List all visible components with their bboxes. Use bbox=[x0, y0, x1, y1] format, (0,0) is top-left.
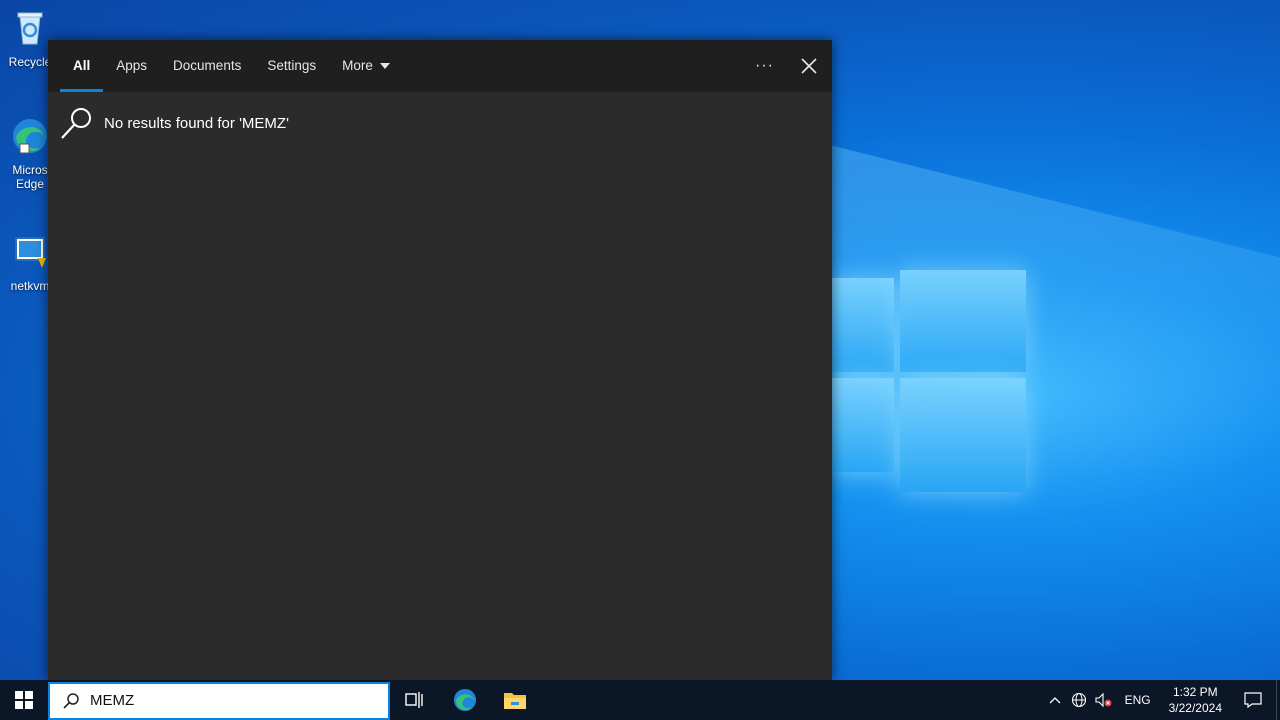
chevron-down-icon bbox=[379, 63, 390, 70]
taskbar: MEMZ ENG 1:32 PM 3/22/2024 bbox=[0, 680, 1280, 720]
clock[interactable]: 1:32 PM 3/22/2024 bbox=[1161, 684, 1230, 716]
edge-icon bbox=[453, 688, 477, 712]
no-results-row: No results found for 'MEMZ' bbox=[48, 92, 832, 140]
taskbar-search-input[interactable]: MEMZ bbox=[48, 681, 390, 720]
taskbar-file-explorer-button[interactable] bbox=[490, 680, 540, 720]
tab-more[interactable]: More bbox=[329, 40, 403, 92]
no-results-message: No results found for 'MEMZ' bbox=[104, 114, 289, 132]
recycle-bin-icon bbox=[17, 12, 43, 45]
tab-settings[interactable]: Settings bbox=[254, 40, 329, 92]
start-button[interactable] bbox=[0, 680, 48, 720]
clock-time: 1:32 PM bbox=[1172, 685, 1218, 699]
show-desktop-button[interactable] bbox=[1276, 680, 1280, 720]
show-hidden-icons-button[interactable] bbox=[1043, 680, 1067, 720]
tab-label: Documents bbox=[173, 58, 242, 73]
tab-apps[interactable]: Apps bbox=[103, 40, 160, 92]
tab-documents[interactable]: Documents bbox=[160, 40, 254, 92]
action-center-button[interactable] bbox=[1230, 680, 1276, 720]
clock-date: 3/22/2024 bbox=[1168, 701, 1222, 715]
windows-logo-icon bbox=[15, 691, 33, 709]
tab-label: All bbox=[73, 58, 91, 73]
edge-icon bbox=[13, 119, 47, 154]
task-view-button[interactable] bbox=[390, 680, 440, 720]
globe-icon bbox=[1071, 692, 1086, 708]
input-language[interactable]: ENG bbox=[1115, 693, 1161, 707]
task-view-icon bbox=[405, 692, 423, 708]
tab-all[interactable]: All bbox=[60, 40, 104, 92]
search-input-value: MEMZ bbox=[90, 692, 135, 709]
more-options-button[interactable]: ··· bbox=[755, 57, 774, 75]
notification-icon bbox=[1244, 692, 1262, 708]
tab-label: Settings bbox=[267, 58, 317, 73]
network-button[interactable] bbox=[1067, 680, 1091, 720]
installer-icon bbox=[15, 237, 46, 268]
search-icon bbox=[61, 108, 91, 139]
chevron-up-icon bbox=[1049, 697, 1061, 704]
system-tray: ENG 1:32 PM 3/22/2024 bbox=[1043, 680, 1280, 720]
file-explorer-icon bbox=[504, 693, 526, 709]
wallpaper-windows-logo bbox=[832, 256, 1028, 494]
search-icon bbox=[63, 692, 79, 709]
tab-label: More bbox=[342, 58, 373, 73]
close-icon[interactable] bbox=[800, 57, 818, 75]
taskbar-edge-button[interactable] bbox=[440, 680, 490, 720]
tab-label: Apps bbox=[116, 58, 148, 73]
search-flyout: All Apps Documents Settings More ··· No … bbox=[48, 40, 832, 680]
search-tabs: All Apps Documents Settings More ··· bbox=[48, 40, 832, 92]
volume-button[interactable] bbox=[1091, 680, 1115, 720]
speaker-muted-icon bbox=[1095, 692, 1112, 708]
